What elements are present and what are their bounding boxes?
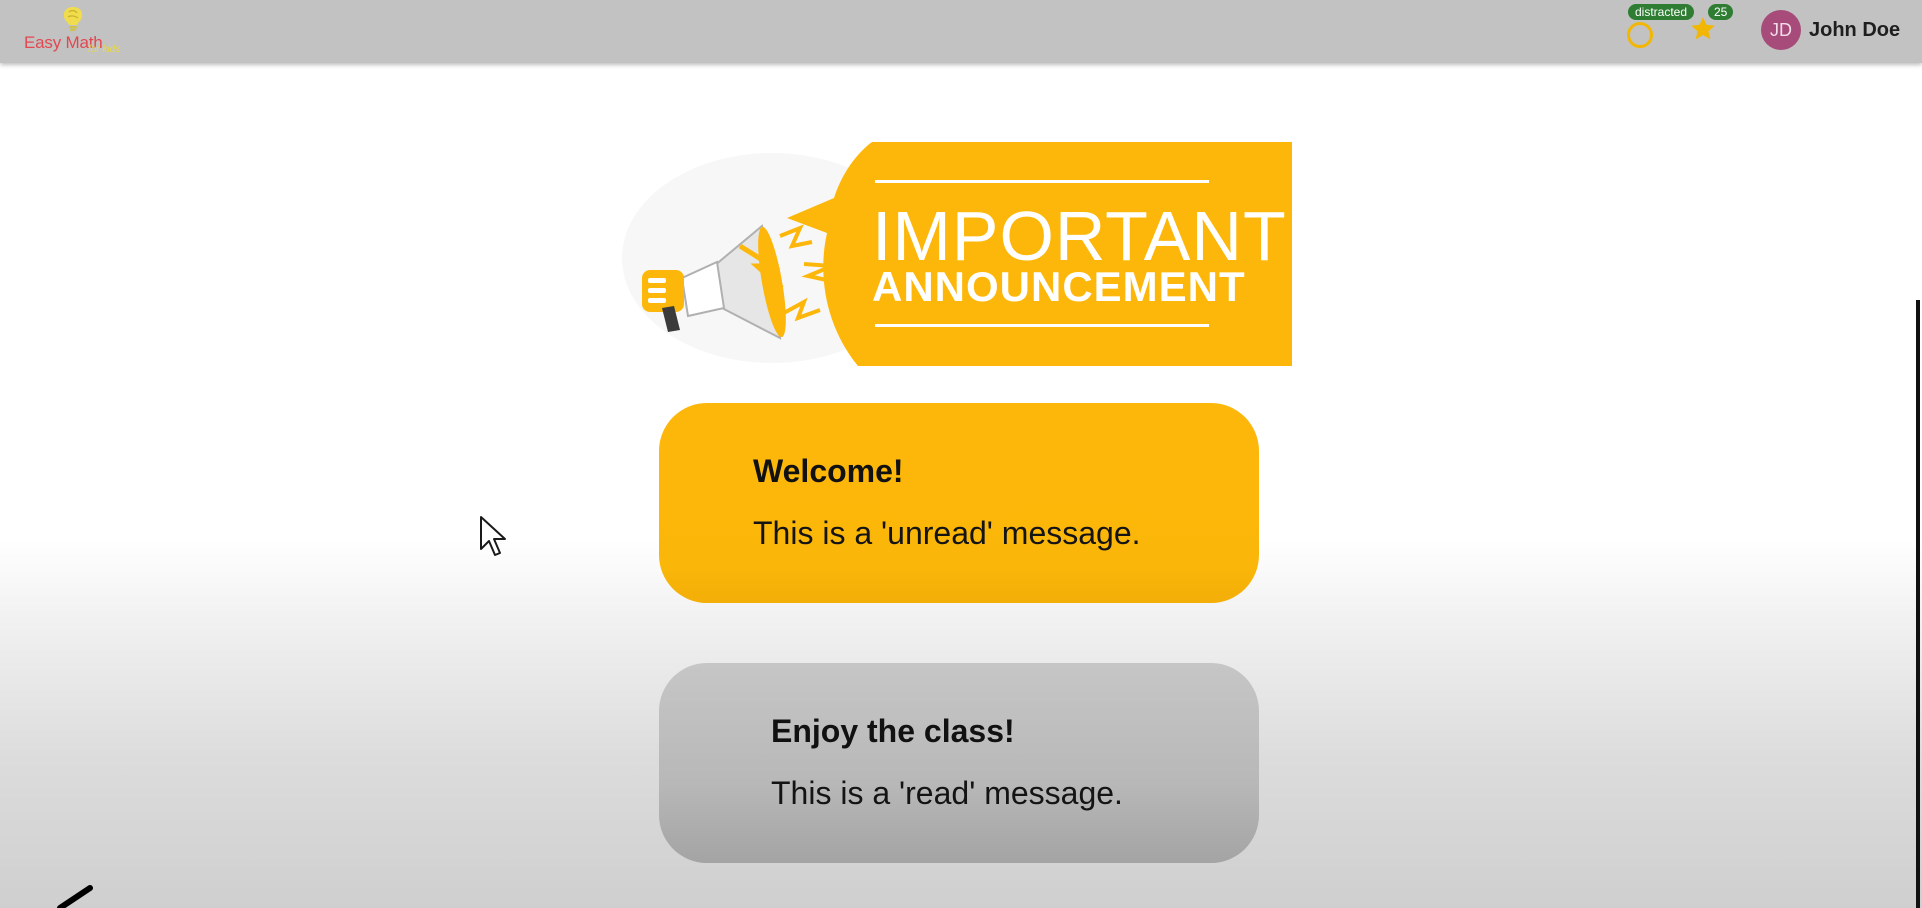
status-circle-icon <box>1627 22 1653 48</box>
pen-icon[interactable] <box>30 880 100 908</box>
message-body: This is a 'unread' message. <box>753 515 1141 551</box>
mouse-cursor-icon <box>480 516 506 556</box>
message-body: This is a 'read' message. <box>771 775 1123 811</box>
app-logo[interactable]: Easy Math for kids <box>24 6 124 58</box>
banner-subtitle: ANNOUNCEMENT <box>872 263 1246 310</box>
message-card-read[interactable]: Enjoy the class! This is a 'read' messag… <box>659 663 1259 863</box>
logo-subtext: for kids <box>88 44 121 55</box>
message-title: Welcome! <box>753 453 904 489</box>
message-card-unread[interactable]: Welcome! This is a 'unread' message. <box>659 403 1259 603</box>
announcement-banner: IMPORTANT ANNOUNCEMENT <box>622 138 1292 366</box>
brain-lightbulb-logo-icon <box>63 7 83 31</box>
top-bar: Easy Math for kids distracted 25 JD John… <box>0 0 1922 63</box>
scrollbar[interactable] <box>1916 300 1920 908</box>
avatar-initials: JD <box>1770 19 1792 40</box>
user-name[interactable]: John Doe <box>1809 19 1900 42</box>
message-title: Enjoy the class! <box>771 713 1015 749</box>
points-badge: 25 <box>1707 3 1735 21</box>
avatar[interactable]: JD <box>1761 10 1801 50</box>
status-badge: distracted <box>1627 3 1696 21</box>
